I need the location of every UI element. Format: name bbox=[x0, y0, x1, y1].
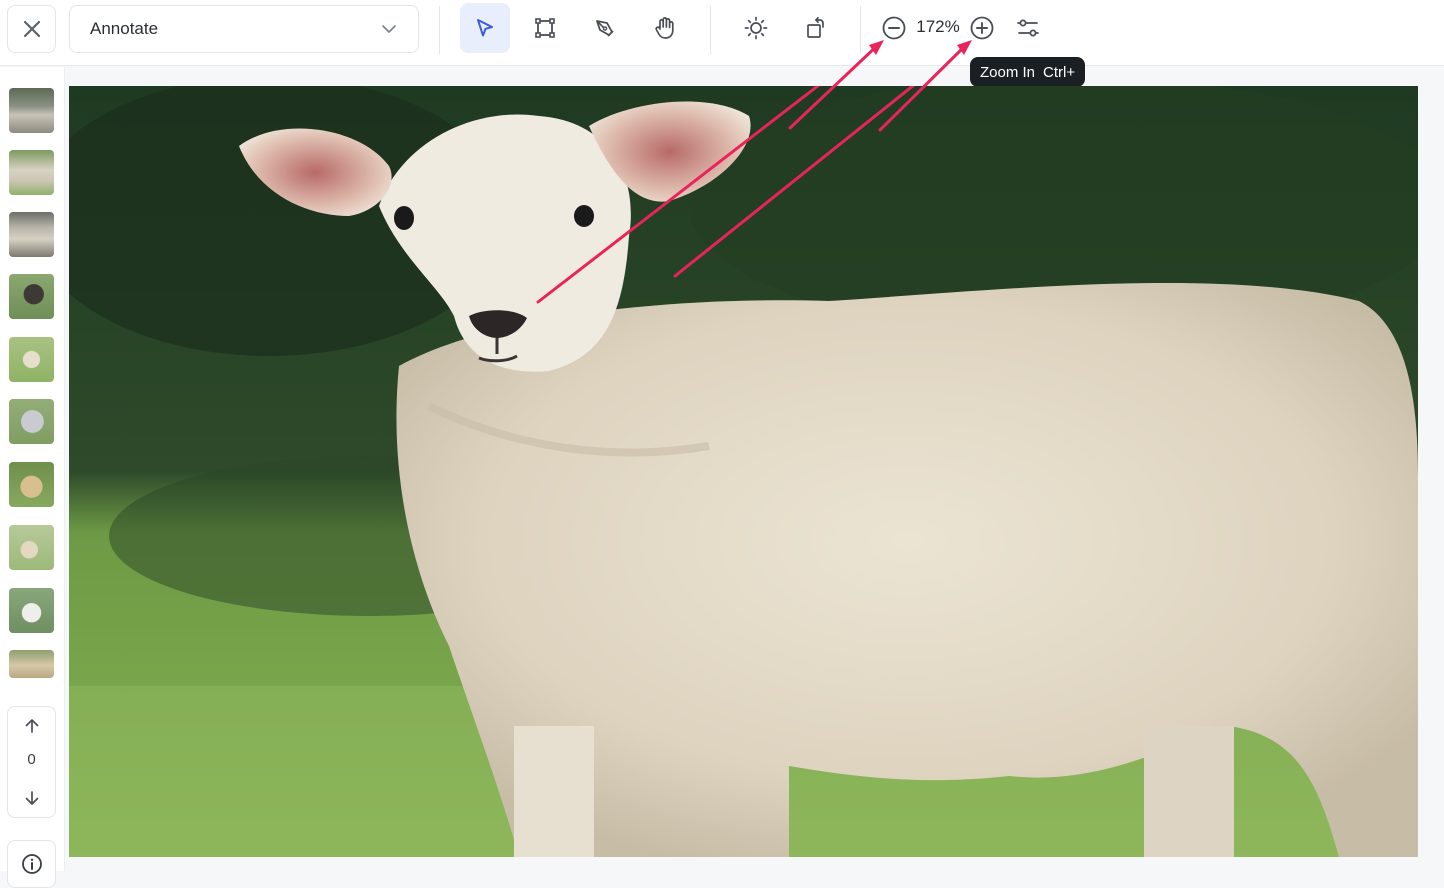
thumbnail-sidebar: 0 bbox=[0, 67, 65, 888]
thumbnail-7[interactable] bbox=[9, 462, 54, 507]
close-icon bbox=[23, 20, 40, 38]
pen-tool-button[interactable] bbox=[580, 3, 630, 53]
sliders-icon bbox=[1017, 19, 1039, 37]
chevron-down-icon bbox=[382, 25, 396, 33]
close-button[interactable] bbox=[7, 5, 56, 53]
zoom-in-tooltip: Zoom In Ctrl+ bbox=[970, 57, 1086, 87]
top-toolbar: Annotate 172% bbox=[0, 0, 1444, 66]
tooltip-label: Zoom In bbox=[980, 63, 1036, 81]
arrow-down-icon bbox=[25, 791, 38, 805]
pager: 0 bbox=[7, 706, 56, 818]
thumbnail-5[interactable] bbox=[9, 337, 54, 382]
arrow-up-icon bbox=[25, 719, 38, 733]
previous-button[interactable] bbox=[8, 709, 55, 743]
bounding-box-icon bbox=[535, 18, 555, 38]
thumbnail-6[interactable] bbox=[9, 399, 54, 444]
select-tool-button[interactable] bbox=[460, 3, 510, 53]
zoom-in-icon bbox=[970, 16, 994, 40]
thumbnail-10[interactable] bbox=[9, 650, 54, 678]
info-icon bbox=[21, 854, 42, 874]
pen-icon bbox=[596, 20, 614, 37]
toolbar-divider bbox=[439, 6, 440, 54]
pager-count: 0 bbox=[27, 751, 36, 768]
mode-dropdown[interactable]: Annotate bbox=[69, 5, 419, 53]
thumbnail-9[interactable] bbox=[9, 588, 54, 633]
thumbnail-4[interactable] bbox=[9, 274, 54, 319]
brightness-icon bbox=[744, 16, 768, 40]
next-button[interactable] bbox=[8, 781, 55, 815]
hand-pan-icon bbox=[655, 17, 674, 39]
toolbar-divider bbox=[710, 6, 711, 54]
image-canvas[interactable] bbox=[69, 86, 1418, 857]
thumbnail-8[interactable] bbox=[9, 525, 54, 570]
thumbnail-2[interactable] bbox=[9, 150, 54, 195]
toolbar-divider bbox=[860, 6, 861, 54]
select-arrow-icon bbox=[477, 19, 493, 37]
bounding-box-tool-button[interactable] bbox=[520, 3, 570, 53]
zoom-out-icon bbox=[882, 16, 906, 40]
pan-tool-button[interactable] bbox=[640, 3, 690, 53]
rotate-button[interactable] bbox=[791, 3, 841, 53]
thumbnail-3[interactable] bbox=[9, 212, 54, 257]
zoom-in-button[interactable] bbox=[957, 3, 1007, 53]
rotate-icon bbox=[807, 16, 824, 38]
brightness-button[interactable] bbox=[731, 3, 781, 53]
tooltip-shortcut: Ctrl+ bbox=[1043, 63, 1076, 81]
mode-dropdown-label: Annotate bbox=[90, 19, 159, 38]
settings-button[interactable] bbox=[1003, 3, 1053, 53]
lamb-photo bbox=[69, 86, 1418, 857]
info-button[interactable] bbox=[7, 840, 56, 888]
thumbnail-1[interactable] bbox=[9, 88, 54, 133]
